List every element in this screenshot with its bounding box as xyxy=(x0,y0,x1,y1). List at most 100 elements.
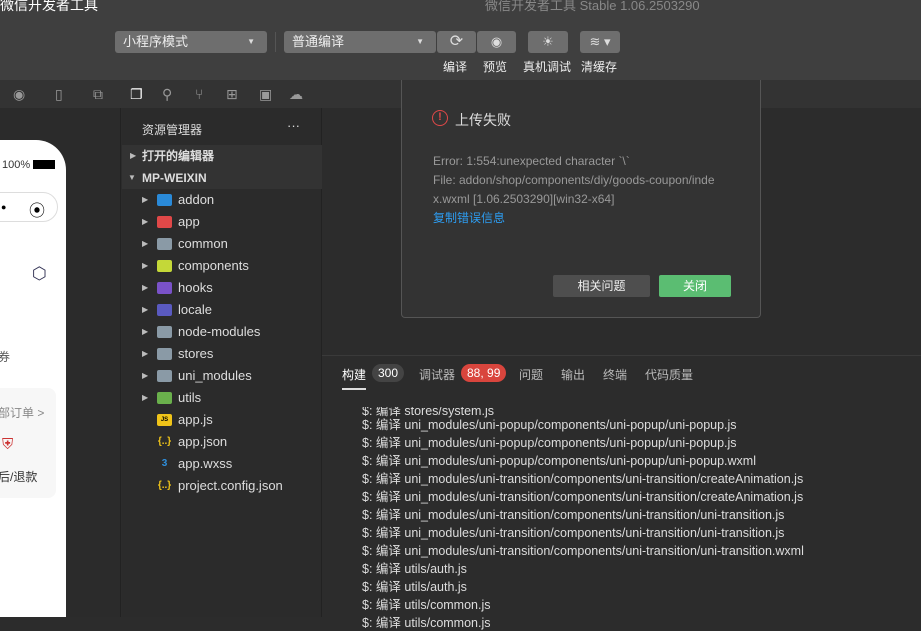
log-line: $: 编译 uni_modules/uni-transition/compone… xyxy=(362,526,785,540)
file-item[interactable]: 3 app.wxss xyxy=(122,453,322,475)
phone-icon[interactable]: ▯ xyxy=(55,86,63,103)
folder-icon xyxy=(157,238,172,250)
mode-value: 小程序模式 xyxy=(123,34,189,49)
chevron-right-icon: ▶ xyxy=(142,305,149,314)
folder-item[interactable]: ▶ stores xyxy=(122,343,322,365)
folder-icon xyxy=(157,326,172,338)
preview-button[interactable]: ◉ xyxy=(477,31,516,53)
upload-failed-dialog: ! 上传失败 Error: 1:554:unexpected character… xyxy=(401,80,761,318)
folder-item[interactable]: ▶ addon xyxy=(122,189,322,211)
chevron-right-icon: ▶ xyxy=(142,283,149,292)
folder-item[interactable]: ▶ app xyxy=(122,211,322,233)
console-panel: 构建 300 调试器 88, 99 问题 输出 终端 代码质量 $: 编译 stores/sy… xyxy=(322,355,921,630)
folder-icon xyxy=(157,304,172,316)
tab-console[interactable]: 调试器 xyxy=(419,366,455,383)
error-file: File: addon/shop/components/diy/goods-co… xyxy=(433,173,715,187)
json-file-icon: {..} xyxy=(157,480,172,491)
count-badge: 300 xyxy=(372,364,405,382)
chevron-right-icon: ▶ xyxy=(142,239,149,248)
folder-item[interactable]: ▶ node-modules xyxy=(122,321,322,343)
preview-label: 预览 xyxy=(483,60,508,74)
orders-card: 部订单 > ⛨ 后/退款 xyxy=(0,388,56,498)
mode-select[interactable]: 小程序模式 ▼ xyxy=(115,31,267,53)
divider xyxy=(275,32,276,52)
all-orders-link[interactable]: 部订单 > xyxy=(0,404,44,421)
compile-mode-value: 普通编译 xyxy=(292,34,345,49)
log-line: $: 编译 uni_modules/uni-transition/compone… xyxy=(362,508,785,522)
folder-icon xyxy=(157,216,172,228)
chevron-down-icon: ▼ xyxy=(128,173,136,182)
js-file-icon: JS xyxy=(157,414,172,426)
file-explorer: 资源管理器 ··· ▶ 打开的编辑器 ▼ MP-WEIXIN ▶ addon ▶ app ▶… xyxy=(122,108,322,617)
json-file-icon: {..} xyxy=(157,436,172,447)
files-icon[interactable]: ❐ xyxy=(130,86,143,103)
explorer-title: 资源管理器 xyxy=(142,123,203,137)
css-file-icon: 3 xyxy=(161,458,168,469)
chevron-right-icon: ▶ xyxy=(142,371,149,380)
tab-console[interactable]: 代码质量 xyxy=(645,366,693,383)
capsule-menu[interactable]: ● ⦿ xyxy=(0,192,58,222)
remote-debug-button[interactable]: ☀ xyxy=(528,31,568,53)
log-line: $: 编译 uni_modules/uni-transition/compone… xyxy=(362,490,804,504)
search-icon[interactable]: ⚲ xyxy=(162,86,172,103)
log-line: $: 编译 utils/common.js xyxy=(362,616,491,630)
window-icon[interactable]: ⧉ xyxy=(93,86,103,103)
dialog-title: 上传失败 xyxy=(455,112,511,128)
refresh-icon: ⟳ xyxy=(449,33,464,50)
related-issues-button[interactable]: 相关问题 xyxy=(553,275,650,297)
compile-mode-select[interactable]: 普通编译 ▼ xyxy=(284,31,436,53)
eye-icon: ◉ xyxy=(490,34,503,49)
close-circle-icon: ⦿ xyxy=(29,203,46,220)
layers-icon: ≋ ▾ xyxy=(589,34,611,49)
copy-error-link[interactable]: 复制错误信息 xyxy=(433,209,715,228)
title-toolbar: 微信开发者工具 微信开发者工具 Stable 1.06.2503290 小程序模… xyxy=(0,0,921,80)
log-line: $: 编译 uni_modules/uni-transition/compone… xyxy=(362,472,804,486)
close-button[interactable]: 关闭 xyxy=(659,275,731,297)
project-section[interactable]: ▼ MP-WEIXIN xyxy=(122,167,322,189)
log-line: $: 编译 utils/auth.js xyxy=(362,562,467,576)
tab-console[interactable]: 问题 xyxy=(519,366,543,383)
count-badge: 88, 99 xyxy=(461,364,507,382)
window-title: 微信开发者工具 Stable 1.06.2503290 xyxy=(485,0,700,13)
folder-item[interactable]: ▶ hooks xyxy=(122,277,322,299)
coupon-text: 券 xyxy=(0,350,11,364)
chevron-right-icon: ▶ xyxy=(130,151,137,160)
folder-item[interactable]: ▶ common xyxy=(122,233,322,255)
folder-item[interactable]: ▶ locale xyxy=(122,299,322,321)
compile-button[interactable]: ⟳ xyxy=(437,31,476,53)
tab-console[interactable]: 终端 xyxy=(603,366,627,383)
refund-icon: ⛨ xyxy=(2,436,14,453)
open-editors-section[interactable]: ▶ 打开的编辑器 xyxy=(122,145,322,167)
remote-debug-label: 真机调试 xyxy=(523,60,572,74)
error-file-cont: x.wxml [1.06.2503290][win32-x64] xyxy=(433,192,615,206)
save-icon[interactable]: ▣ xyxy=(259,86,272,103)
tab-console[interactable]: 构建 xyxy=(342,366,367,390)
folder-item[interactable]: ▶ uni_modules xyxy=(122,365,322,387)
folder-icon xyxy=(157,392,172,404)
chevron-right-icon: ▶ xyxy=(142,195,149,204)
git-branch-icon[interactable]: ⑂ xyxy=(195,86,203,102)
chevron-down-icon: ▼ xyxy=(247,37,255,46)
folder-item[interactable]: ▶ utils xyxy=(122,387,322,409)
log-line: $: 编译 uni_modules/uni-transition/compone… xyxy=(362,544,804,558)
clear-cache-button[interactable]: ≋ ▾ xyxy=(580,31,620,53)
folder-icon xyxy=(157,194,172,206)
file-item[interactable]: {..} project.config.json xyxy=(122,475,322,497)
bug-icon: ☀ xyxy=(542,34,554,49)
error-text: Error: 1:554:unexpected character `\` xyxy=(433,154,630,168)
log-line: $: 编译 utils/auth.js xyxy=(362,580,467,594)
chevron-right-icon: ▶ xyxy=(142,327,149,336)
log-line: $: 编译 uni_modules/uni-popup/components/u… xyxy=(362,418,737,432)
file-item[interactable]: {..} app.json xyxy=(122,431,322,453)
app-title: 微信开发者工具 xyxy=(0,0,98,13)
folder-item[interactable]: ▶ components xyxy=(122,255,322,277)
extensions-icon[interactable]: ⊞ xyxy=(226,86,238,103)
settings-icon[interactable]: ⬡ xyxy=(32,264,47,284)
tab-console[interactable]: 输出 xyxy=(561,366,585,383)
error-icon: ! xyxy=(432,110,448,126)
more-icon[interactable]: ··· xyxy=(287,118,300,133)
file-item[interactable]: JS app.js xyxy=(122,409,322,431)
docker-icon[interactable]: ☁ xyxy=(289,86,303,103)
refund-label[interactable]: 后/退款 xyxy=(0,468,37,485)
record-icon[interactable]: ◉ xyxy=(13,86,25,103)
